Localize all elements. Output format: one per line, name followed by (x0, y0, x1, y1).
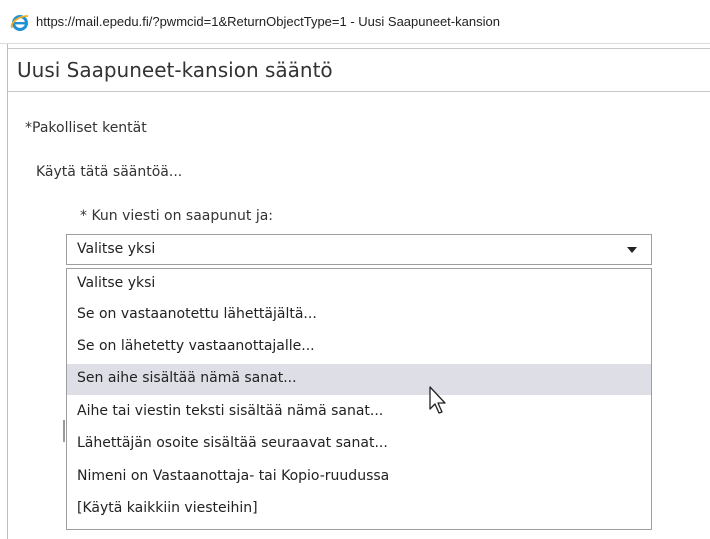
required-fields-note: *Pakolliset kentät (25, 120, 147, 136)
window-titlebar: https://mail.epedu.fi/?pwmcid=1&ReturnOb… (0, 0, 710, 44)
hidden-field-edge (63, 420, 65, 442)
apply-rule-label: Käytä tätä sääntöä... (36, 164, 183, 180)
dropdown-caret-icon[interactable] (627, 247, 637, 253)
dropdown-option[interactable]: Se on lähetetty vastaanottajalle... (67, 332, 651, 363)
dropdown-option-hovered[interactable]: Sen aihe sisältää nämä sanat... (67, 364, 651, 395)
dropdown-option[interactable]: Se on vastaanotettu lähettäjältä... (67, 300, 651, 331)
window-url-title: https://mail.epedu.fi/?pwmcid=1&ReturnOb… (36, 14, 500, 29)
condition-label: * Kun viesti on saapunut ja: (80, 208, 274, 224)
dropdown-option[interactable]: Nimeni on Vastaanottaja- tai Kopio-ruudu… (67, 462, 651, 493)
dropdown-option[interactable]: Aihe tai viestin teksti sisältää nämä sa… (67, 397, 651, 428)
internet-explorer-icon (10, 15, 29, 31)
condition-select-value: Valitse yksi (77, 241, 156, 257)
dropdown-option[interactable]: Valitse yksi (67, 269, 651, 300)
mouse-pointer-icon (429, 386, 446, 414)
window-border (7, 44, 8, 539)
page-title: Uusi Saapuneet-kansion sääntö (17, 58, 333, 82)
dropdown-option[interactable]: [Käytä kaikkiin viesteihin] (67, 494, 651, 525)
condition-select[interactable]: Valitse yksi (66, 234, 652, 265)
page-title-bar: Uusi Saapuneet-kansion sääntö (7, 48, 710, 92)
dropdown-option[interactable]: Lähettäjän osoite sisältää seuraavat san… (67, 429, 651, 460)
condition-dropdown-list[interactable]: Valitse yksi Se on vastaanotettu lähettä… (66, 268, 652, 530)
